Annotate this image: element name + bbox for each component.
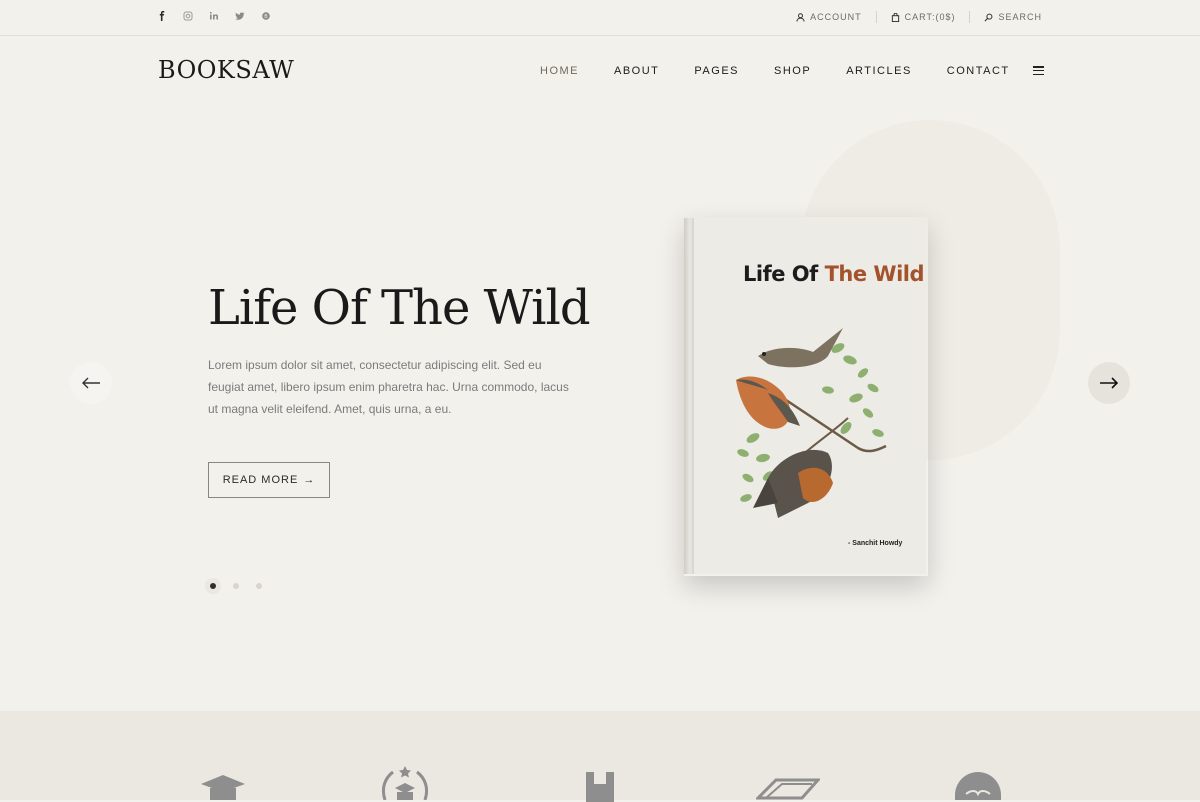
read-more-button[interactable]: READ MORE →	[208, 462, 330, 498]
nav-item-home[interactable]: HOME	[540, 65, 579, 77]
logo-text-light: SAW	[235, 56, 295, 84]
slide-dot-3[interactable]	[256, 583, 262, 589]
bookend-icon	[584, 772, 618, 802]
instagram-icon[interactable]	[182, 10, 194, 22]
logo-text-bold: BOOK	[158, 56, 236, 84]
main-nav: HOME ABOUT PAGES SHOP ARTICLES CONTACT	[540, 65, 1045, 77]
hero-description: Lorem ipsum dolor sit amet, consectetur …	[208, 358, 569, 416]
nav-item-pages[interactable]: PAGES	[694, 65, 739, 77]
nav-item-shop[interactable]: SHOP	[774, 65, 811, 77]
user-icon	[796, 12, 805, 22]
nav-item-articles[interactable]: ARTICLES	[846, 65, 912, 77]
book-title-part2: The Wild	[824, 262, 925, 286]
slider-pagination	[210, 583, 262, 589]
book-cover-title: Life Of The Wild	[743, 262, 925, 286]
cart-icon	[891, 12, 899, 22]
twitter-icon[interactable]	[234, 10, 246, 22]
read-more-label: READ MORE	[222, 474, 299, 486]
search-link[interactable]: SEARCH	[970, 12, 1042, 22]
nav-item-about[interactable]: ABOUT	[614, 65, 659, 77]
search-icon	[985, 13, 993, 21]
cart-link[interactable]: CART:(0$)	[877, 12, 970, 22]
book-spine	[684, 218, 694, 574]
site-logo[interactable]: BOOKSAW	[158, 56, 294, 84]
award-books-icon	[379, 766, 431, 800]
cart-label: CART:(0$)	[904, 12, 956, 22]
linkedin-icon[interactable]	[208, 10, 220, 22]
top-utility-bar: B ACCOUNT CART:(0$) SEARCH	[0, 0, 1200, 36]
arrow-right-icon: →	[303, 474, 316, 486]
graduation-cap-icon	[199, 770, 247, 800]
social-links: B	[156, 10, 272, 22]
svg-text:B: B	[264, 14, 268, 20]
utility-links: ACCOUNT CART:(0$) SEARCH	[782, 11, 1042, 23]
facebook-icon[interactable]	[156, 10, 168, 22]
account-link[interactable]: ACCOUNT	[782, 12, 876, 22]
next-slide-button[interactable]	[1088, 362, 1130, 404]
slide-dot-2[interactable]	[233, 583, 239, 589]
book-icon	[756, 776, 820, 800]
arrow-left-icon	[82, 377, 100, 389]
account-label: ACCOUNT	[810, 12, 862, 22]
menu-icon[interactable]	[1033, 66, 1044, 75]
prev-slide-button[interactable]	[70, 362, 112, 404]
arrow-right-icon	[1100, 377, 1119, 389]
behance-icon[interactable]: B	[260, 10, 272, 22]
open-book-badge-icon	[955, 772, 1001, 800]
nav-item-contact[interactable]: CONTACT	[947, 65, 1010, 77]
hero-title: Life Of The Wild	[208, 280, 591, 336]
slide-dot-1[interactable]	[210, 583, 216, 589]
book-author: - Sanchit Howdy	[848, 540, 903, 547]
birds-illustration	[736, 328, 887, 518]
book-title-part1: Life Of	[743, 262, 825, 286]
search-label: SEARCH	[998, 12, 1042, 22]
